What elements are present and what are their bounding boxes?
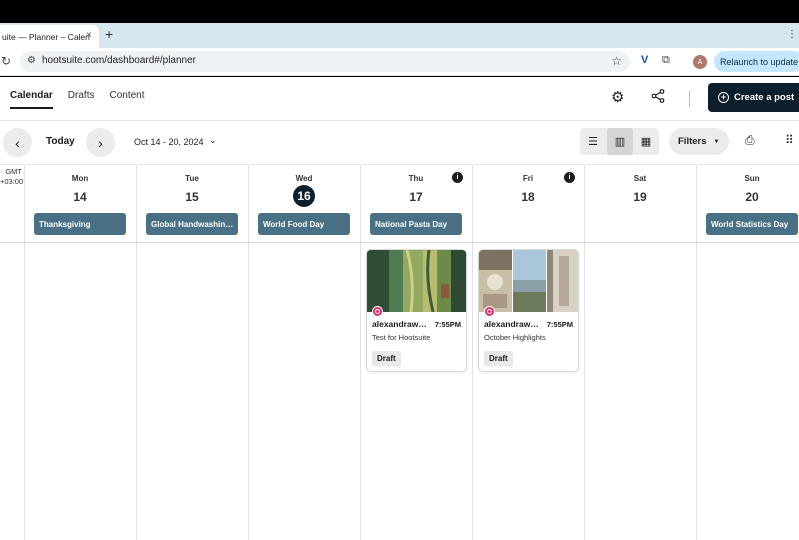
star-icon[interactable]: ☆ — [611, 54, 622, 68]
post-image — [367, 250, 466, 312]
post-username: alexandraw… — [372, 319, 427, 329]
column-divider — [24, 165, 25, 540]
browser-tab-title: uite — Planner – Calen — [2, 31, 90, 42]
info-icon[interactable]: i — [452, 172, 463, 183]
extension-v-icon[interactable]: V — [641, 54, 648, 66]
instagram-icon — [372, 306, 383, 317]
view-mode-toggle: ☰ ▥ ▦ — [580, 128, 659, 155]
new-tab-icon[interactable]: + — [105, 26, 113, 42]
puzzle-icon[interactable]: ⧉ — [662, 54, 670, 67]
post-image — [479, 250, 578, 312]
url-text[interactable]: hootsuite.com/dashboard#/planner — [42, 55, 196, 66]
calendar-header-divider — [0, 242, 799, 243]
day-number-17[interactable]: 17 — [361, 190, 471, 204]
saved-view-icon[interactable]: ⎙ — [745, 133, 755, 148]
close-tab-icon[interactable]: × — [86, 30, 92, 41]
post-card[interactable]: alexandraw… 7:55PM October Highlights Dr… — [478, 249, 579, 372]
day-number-18[interactable]: 18 — [473, 190, 583, 204]
timezone-label: GMT +03:00 — [0, 167, 24, 187]
day-number-20[interactable]: 20 — [697, 190, 799, 204]
holiday-chip[interactable]: World Food Day — [258, 213, 350, 235]
date-range-picker[interactable]: Oct 14 - 20, 2024 — [134, 137, 204, 147]
status-badge: Draft — [484, 351, 513, 366]
address-bar[interactable]: ⚙ hootsuite.com/dashboard#/planner ☆ — [20, 51, 630, 72]
day-name-tue: Tue — [185, 174, 199, 183]
day-name-wed: Wed — [295, 174, 313, 183]
column-divider — [248, 165, 249, 540]
tab-menu-icon[interactable]: ⋮ — [787, 29, 797, 40]
tab-calendar[interactable]: Calendar — [10, 90, 53, 109]
holiday-chip[interactable]: National Pasta Day — [370, 213, 462, 235]
toolbar-divider — [689, 91, 690, 107]
day-number-today[interactable]: 16 — [293, 185, 315, 207]
tab-content[interactable]: Content — [109, 90, 144, 109]
reload-icon[interactable]: ↻ — [1, 54, 11, 68]
week-view-icon[interactable]: ▥ — [607, 128, 633, 155]
prev-week-button[interactable]: ‹ — [3, 128, 32, 157]
day-number-19[interactable]: 19 — [585, 190, 695, 204]
apps-grid-icon[interactable]: ⠿ — [785, 133, 794, 147]
relaunch-button[interactable]: Relaunch to update — [714, 51, 799, 72]
caret-down-icon: ▼ — [713, 138, 720, 145]
day-number-14[interactable]: 14 — [25, 190, 135, 204]
post-caption: October Highlights — [484, 333, 546, 342]
screen-top-bar — [0, 0, 799, 23]
day-name-mon: Mon — [71, 174, 89, 183]
column-divider — [696, 165, 697, 540]
create-post-button[interactable]: + Create a post — [708, 83, 799, 112]
browser-toolbar: ↻ ⚙ hootsuite.com/dashboard#/planner ☆ V… — [0, 48, 799, 76]
list-view-icon[interactable]: ☰ — [580, 128, 606, 155]
post-username: alexandraw… — [484, 319, 539, 329]
avatar[interactable]: A — [693, 55, 707, 69]
post-caption: Test for Hootsuite — [372, 333, 431, 342]
day-name-sun: Sun — [744, 174, 760, 183]
browser-tab[interactable]: uite — Planner – Calen × — [0, 25, 99, 48]
gear-icon[interactable]: ⚙ — [611, 88, 624, 106]
tab-drafts[interactable]: Drafts — [68, 90, 95, 109]
divider — [0, 120, 799, 121]
create-post-label: Create a post — [734, 92, 795, 103]
chevron-down-icon[interactable]: ⌄ — [209, 135, 217, 146]
post-card[interactable]: alexandraw… 7:55PM Test for Hootsuite Dr… — [366, 249, 467, 372]
day-number-15[interactable]: 15 — [137, 190, 247, 204]
tune-icon[interactable]: ⚙ — [27, 55, 36, 66]
post-time: 7:55PM — [434, 320, 461, 329]
today-button[interactable]: Today — [46, 136, 75, 147]
day-name-sat: Sat — [633, 174, 647, 183]
column-divider — [584, 165, 585, 540]
instagram-icon — [484, 306, 495, 317]
planner-tabs: Calendar Drafts Content — [10, 90, 145, 109]
post-time: 7:55PM — [546, 320, 573, 329]
divider — [0, 164, 799, 165]
plus-circle-icon: + — [718, 92, 729, 103]
holiday-chip[interactable]: Thanksgiving — [34, 213, 126, 235]
month-view-icon[interactable]: ▦ — [633, 128, 659, 155]
browser-tab-strip: uite — Planner – Calen × + ⋮ — [0, 23, 799, 48]
status-badge: Draft — [372, 351, 401, 366]
column-divider — [472, 165, 473, 540]
filters-label: Filters — [678, 136, 707, 147]
holiday-chip[interactable]: Global Handwashin… — [146, 213, 238, 235]
share-icon[interactable] — [651, 89, 665, 103]
column-divider — [360, 165, 361, 540]
next-week-button[interactable]: › — [86, 128, 115, 157]
hootsuite-planner: Calendar Drafts Content ⚙ + Create a pos… — [0, 77, 799, 540]
column-divider — [136, 165, 137, 540]
filters-button[interactable]: Filters ▼ — [669, 128, 729, 155]
holiday-chip[interactable]: World Statistics Day — [706, 213, 798, 235]
timezone-offset: +03:00 — [0, 177, 24, 186]
timezone-gmt: GMT — [5, 167, 22, 176]
info-icon[interactable]: i — [564, 172, 575, 183]
